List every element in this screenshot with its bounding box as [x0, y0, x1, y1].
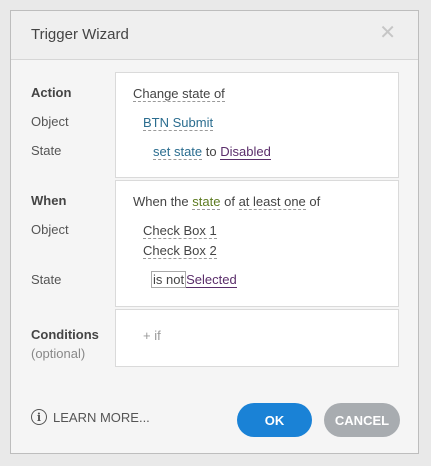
conditions-heading: Conditions: [31, 327, 99, 342]
when-state-row: is not Selected: [151, 271, 237, 288]
action-object-label: Object: [31, 114, 69, 129]
action-state-row: set state to Disabled: [153, 144, 271, 160]
action-object-value[interactable]: BTN Submit: [143, 115, 214, 131]
conditions-optional: (optional): [31, 346, 86, 361]
when-panel: When the state of at least one of Check …: [115, 180, 399, 307]
when-phrase-start: When the: [133, 194, 189, 209]
when-phrase-of: of: [224, 194, 235, 209]
title-bar: Trigger Wizard ✕: [11, 11, 418, 60]
when-object-item[interactable]: Check Box 2: [143, 243, 217, 259]
action-state-prefix[interactable]: set state: [153, 144, 203, 160]
action-verb[interactable]: Change state of: [133, 86, 225, 102]
when-state-label: State: [31, 272, 62, 287]
ok-button[interactable]: OK: [237, 403, 312, 437]
when-phrase-end: of: [309, 194, 321, 209]
learn-more-link[interactable]: i LEARN MORE...: [31, 409, 150, 425]
dialog-title: Trigger Wizard: [31, 26, 129, 43]
when-object-label: Object: [31, 222, 69, 237]
conditions-panel: + if: [115, 309, 399, 367]
learn-more-label: LEARN MORE...: [53, 409, 150, 425]
when-phrase-state[interactable]: state: [192, 194, 221, 210]
trigger-wizard-dialog: Trigger Wizard ✕ Action Object State Cha…: [10, 10, 419, 454]
action-panel: Change state of BTN Submit set state to …: [115, 72, 399, 178]
when-phrase-quantifier[interactable]: at least one: [238, 194, 306, 210]
action-state-value[interactable]: Disabled: [220, 144, 271, 160]
when-heading: When: [31, 193, 67, 208]
action-state-to: to: [205, 144, 217, 159]
when-operator[interactable]: is not: [151, 271, 187, 288]
when-phrase: When the state of at least one of: [133, 194, 321, 210]
when-object-item[interactable]: Check Box 1: [143, 223, 217, 239]
when-state-value[interactable]: Selected: [186, 272, 237, 288]
add-if-link[interactable]: + if: [143, 328, 161, 343]
info-icon: i: [31, 409, 47, 425]
action-heading: Action: [31, 85, 72, 100]
close-icon[interactable]: ✕: [379, 23, 396, 43]
cancel-button[interactable]: CANCEL: [324, 403, 400, 437]
action-state-label: State: [31, 143, 62, 158]
